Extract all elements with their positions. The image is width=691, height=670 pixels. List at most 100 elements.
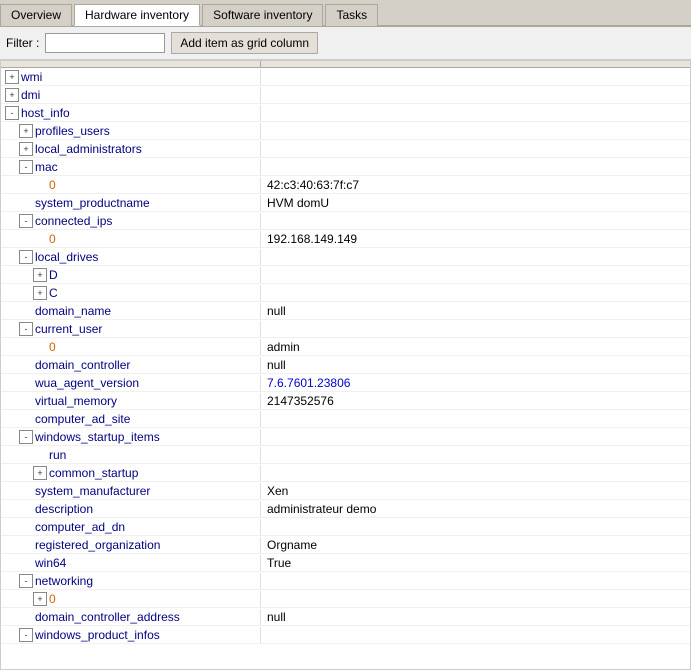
property-value: Orgname bbox=[261, 537, 690, 553]
add-item-button[interactable]: Add item as grid column bbox=[171, 32, 318, 54]
expand-icon[interactable]: + bbox=[5, 70, 19, 84]
filter-bar: Filter : Add item as grid column bbox=[0, 27, 691, 60]
property-name: 0 bbox=[49, 232, 56, 246]
collapse-icon[interactable]: - bbox=[19, 574, 33, 588]
property-name: domain_name bbox=[35, 304, 111, 318]
table-row: +local_administrators bbox=[1, 140, 690, 158]
table-row: descriptionadministrateur demo bbox=[1, 500, 690, 518]
property-name: computer_ad_dn bbox=[35, 520, 125, 534]
table-row: run bbox=[1, 446, 690, 464]
collapse-icon[interactable]: - bbox=[19, 160, 33, 174]
property-value bbox=[261, 328, 690, 330]
expand-icon[interactable]: + bbox=[33, 466, 47, 480]
table-row: -host_info bbox=[1, 104, 690, 122]
filter-input[interactable] bbox=[45, 33, 165, 53]
property-value: null bbox=[261, 609, 690, 625]
expand-icon[interactable]: + bbox=[19, 142, 33, 156]
property-value bbox=[261, 112, 690, 114]
expand-icon[interactable]: + bbox=[19, 124, 33, 138]
table-row: -current_user bbox=[1, 320, 690, 338]
table-row: +common_startup bbox=[1, 464, 690, 482]
table-row: computer_ad_site bbox=[1, 410, 690, 428]
collapse-icon[interactable]: - bbox=[19, 250, 33, 264]
property-name: run bbox=[49, 448, 66, 462]
property-value bbox=[261, 292, 690, 294]
tab-tasks[interactable]: Tasks bbox=[325, 4, 378, 26]
table-row: -networking bbox=[1, 572, 690, 590]
property-name: windows_product_infos bbox=[35, 628, 160, 642]
table-row: wua_agent_version7.6.7601.23806 bbox=[1, 374, 690, 392]
property-value bbox=[261, 598, 690, 600]
property-value bbox=[261, 274, 690, 276]
property-name: domain_controller bbox=[35, 358, 130, 372]
property-value bbox=[261, 418, 690, 420]
property-value bbox=[261, 94, 690, 96]
expand-icon[interactable]: + bbox=[33, 592, 47, 606]
property-value: 7.6.7601.23806 bbox=[261, 375, 690, 391]
property-name: 0 bbox=[49, 178, 56, 192]
property-value bbox=[261, 634, 690, 636]
table-row: 0 42:c3:40:63:7f:c7 bbox=[1, 176, 690, 194]
table-row: registered_organization Orgname bbox=[1, 536, 690, 554]
property-value bbox=[261, 148, 690, 150]
filter-label: Filter : bbox=[6, 36, 39, 50]
property-value bbox=[261, 472, 690, 474]
column-header bbox=[1, 61, 690, 68]
property-name: profiles_users bbox=[35, 124, 110, 138]
property-value: administrateur demo bbox=[261, 501, 690, 517]
property-value: admin bbox=[261, 339, 690, 355]
expand-icon[interactable]: + bbox=[5, 88, 19, 102]
main-area: +wmi+dmi-host_info+profiles_users+local_… bbox=[0, 60, 691, 670]
collapse-icon[interactable]: - bbox=[19, 628, 33, 642]
property-name: virtual_memory bbox=[35, 394, 117, 408]
collapse-icon[interactable]: - bbox=[19, 322, 33, 336]
table-row: 0192.168.149.149 bbox=[1, 230, 690, 248]
table-row: -windows_startup_items bbox=[1, 428, 690, 446]
property-name: system_productname bbox=[35, 196, 150, 210]
property-value bbox=[261, 130, 690, 132]
table-row: +dmi bbox=[1, 86, 690, 104]
property-name: current_user bbox=[35, 322, 102, 336]
property-value bbox=[261, 580, 690, 582]
expand-icon[interactable]: + bbox=[33, 268, 47, 282]
tab-software-inventory[interactable]: Software inventory bbox=[202, 4, 323, 26]
property-name: connected_ips bbox=[35, 214, 112, 228]
tabs-bar: Overview Hardware inventory Software inv… bbox=[0, 0, 691, 27]
property-name: local_administrators bbox=[35, 142, 142, 156]
property-column-header bbox=[1, 61, 261, 67]
property-name: registered_organization bbox=[35, 538, 160, 552]
property-name: common_startup bbox=[49, 466, 138, 480]
property-value bbox=[261, 526, 690, 528]
table-row: +D bbox=[1, 266, 690, 284]
property-name: host_info bbox=[21, 106, 70, 120]
property-name: system_manufacturer bbox=[35, 484, 150, 498]
collapse-icon[interactable]: - bbox=[19, 214, 33, 228]
value-column-header bbox=[261, 61, 690, 67]
tab-hardware-inventory[interactable]: Hardware inventory bbox=[74, 4, 200, 26]
property-value bbox=[261, 76, 690, 78]
table-row: +0 bbox=[1, 590, 690, 608]
property-name: D bbox=[49, 268, 58, 282]
property-name: computer_ad_site bbox=[35, 412, 130, 426]
property-name: mac bbox=[35, 160, 58, 174]
property-value: HVM domU bbox=[261, 195, 690, 211]
table-row: +wmi bbox=[1, 68, 690, 86]
table-row: +profiles_users bbox=[1, 122, 690, 140]
tab-overview[interactable]: Overview bbox=[0, 4, 72, 26]
tree-table[interactable]: +wmi+dmi-host_info+profiles_users+local_… bbox=[0, 60, 691, 670]
table-row: system_productname HVM domU bbox=[1, 194, 690, 212]
table-row: domain_controller_addressnull bbox=[1, 608, 690, 626]
property-name: C bbox=[49, 286, 58, 300]
collapse-icon[interactable]: - bbox=[5, 106, 19, 120]
property-name: dmi bbox=[21, 88, 40, 102]
property-name: networking bbox=[35, 574, 93, 588]
table-row: -connected_ips bbox=[1, 212, 690, 230]
property-value bbox=[261, 166, 690, 168]
table-row: computer_ad_dn bbox=[1, 518, 690, 536]
table-row: +C bbox=[1, 284, 690, 302]
property-value: 42:c3:40:63:7f:c7 bbox=[261, 177, 690, 193]
property-value bbox=[261, 454, 690, 456]
collapse-icon[interactable]: - bbox=[19, 430, 33, 444]
property-name: windows_startup_items bbox=[35, 430, 160, 444]
expand-icon[interactable]: + bbox=[33, 286, 47, 300]
